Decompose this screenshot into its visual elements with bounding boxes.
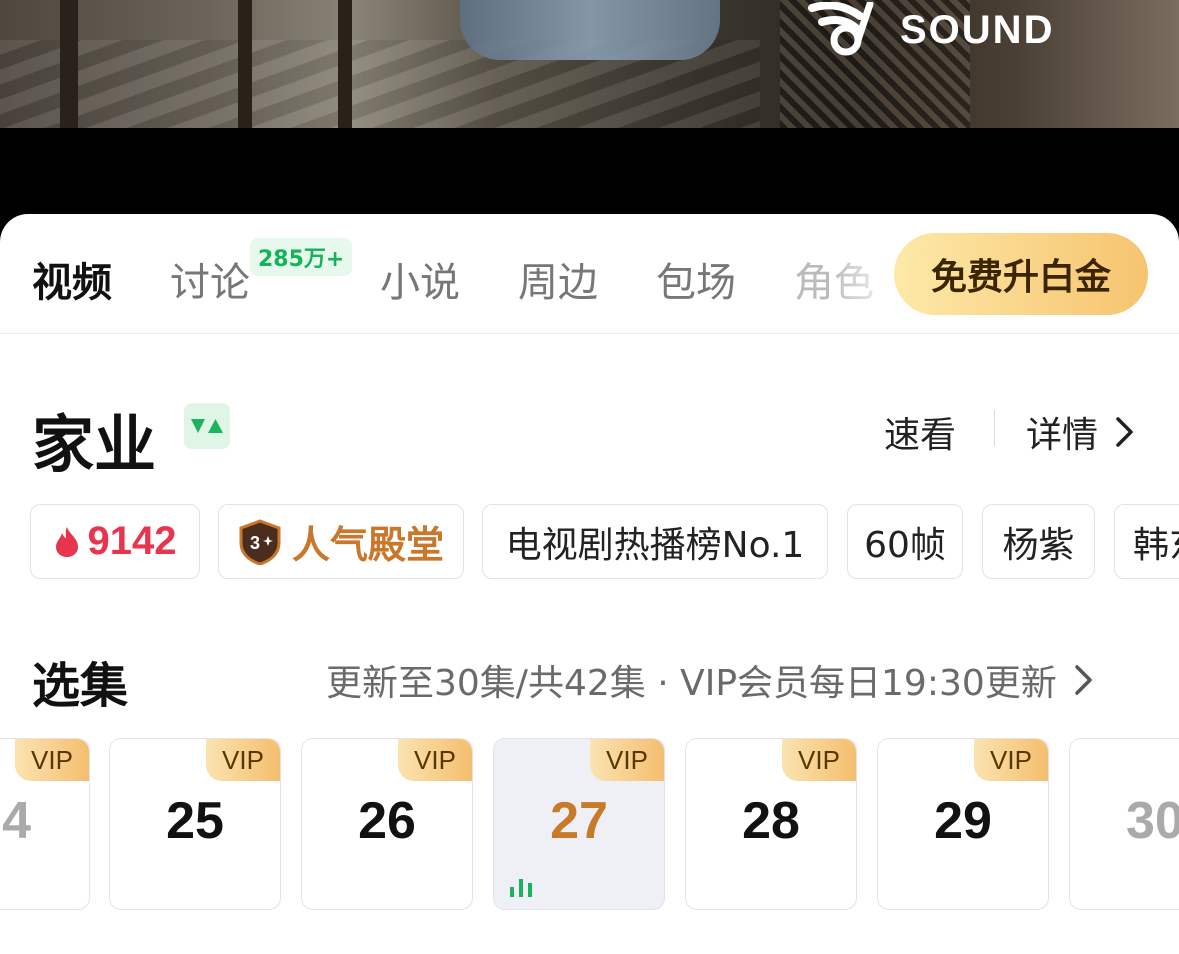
chevron-right-icon xyxy=(1116,417,1133,447)
vip-badge: VIP xyxy=(974,739,1048,781)
vip-badge: VIP xyxy=(590,739,664,781)
video-frame-post xyxy=(60,0,78,128)
heat-value: 9142 xyxy=(87,519,177,563)
episode-card[interactable]: VIP 28 xyxy=(685,738,857,910)
episode-number: 24 xyxy=(0,792,31,850)
rank-chip[interactable]: 电视剧热播榜No.1 xyxy=(482,504,828,579)
vip-badge: VIP xyxy=(398,739,472,781)
episode-card[interactable]: 30 xyxy=(1069,738,1179,910)
popularity-hall-label: 人气殿堂 xyxy=(291,523,444,567)
playing-indicator-icon xyxy=(510,879,532,897)
sound-logo-icon xyxy=(808,2,874,56)
quick-view-link[interactable]: 速看 xyxy=(884,406,956,458)
tab-video[interactable]: 视频 xyxy=(32,250,112,308)
episode-card[interactable]: VIP 26 xyxy=(301,738,473,910)
episode-number: 27 xyxy=(550,792,608,850)
episodes-title: 选集 xyxy=(32,658,129,714)
vip-badge: VIP xyxy=(15,739,89,781)
verified-badge-icon xyxy=(184,403,230,449)
video-frame-figure xyxy=(460,0,720,60)
episode-card[interactable]: VIP 24 xyxy=(0,738,90,910)
actor-chip[interactable]: 杨紫 xyxy=(982,504,1095,579)
episode-list: VIP 24 VIP 25 VIP 26 VIP 27 VIP 28 VIP 2… xyxy=(0,738,1179,913)
heat-chip[interactable]: 9142 xyxy=(30,504,200,579)
actor-chip[interactable]: 韩东君 xyxy=(1114,504,1179,579)
vip-badge: VIP xyxy=(782,739,856,781)
shield-badge-number: 3 xyxy=(250,533,260,553)
episode-number: 28 xyxy=(742,792,800,850)
tab-private-screening[interactable]: 包场 xyxy=(656,250,736,308)
show-title: 家业 xyxy=(32,408,157,481)
episodes-update-info[interactable]: 更新至30集/共42集 · VIP会员每日19:30更新 xyxy=(326,654,1097,706)
episodes-update-text: 更新至30集/共42集 · VIP会员每日19:30更新 xyxy=(326,663,1057,704)
chevron-right-icon xyxy=(1075,665,1092,695)
detail-sheet: 视频 讨论 285万+ 小说 周边 包场 角色 免费升白金 家业 速看 详情 9… xyxy=(0,214,1179,954)
episode-number: 29 xyxy=(934,792,992,850)
episode-number: 25 xyxy=(166,792,224,850)
discussion-count-badge: 285万+ xyxy=(250,238,353,276)
episode-number: 30 xyxy=(1126,792,1179,850)
tab-bar: 视频 讨论 285万+ 小说 周边 包场 角色 免费升白金 xyxy=(0,214,1179,334)
brand-text: SOUND xyxy=(900,8,1055,52)
tab-novel[interactable]: 小说 xyxy=(380,250,460,308)
vip-badge: VIP xyxy=(206,739,280,781)
episode-card[interactable]: VIP 25 xyxy=(109,738,281,910)
popularity-hall-chip[interactable]: 3 人气殿堂 xyxy=(218,504,464,579)
video-frame-post xyxy=(238,0,252,128)
video-frame-post xyxy=(338,0,352,128)
shield-badge-icon: 3 xyxy=(239,518,281,565)
episode-card-current[interactable]: VIP 27 xyxy=(493,738,665,910)
title-divider xyxy=(994,410,995,446)
tab-merchandise[interactable]: 周边 xyxy=(518,250,598,308)
fps-chip[interactable]: 60帧 xyxy=(847,504,963,579)
episode-number: 26 xyxy=(358,792,416,850)
fire-icon xyxy=(55,526,78,557)
details-link[interactable]: 详情 xyxy=(1026,406,1138,458)
brand-watermark: SOUND xyxy=(808,2,1138,62)
details-label: 详情 xyxy=(1026,415,1099,456)
episode-card[interactable]: VIP 29 xyxy=(877,738,1049,910)
video-player[interactable]: SOUND xyxy=(0,0,1179,128)
upgrade-platinum-button[interactable]: 免费升白金 xyxy=(894,233,1148,315)
tab-discussion[interactable]: 讨论 xyxy=(170,250,250,308)
